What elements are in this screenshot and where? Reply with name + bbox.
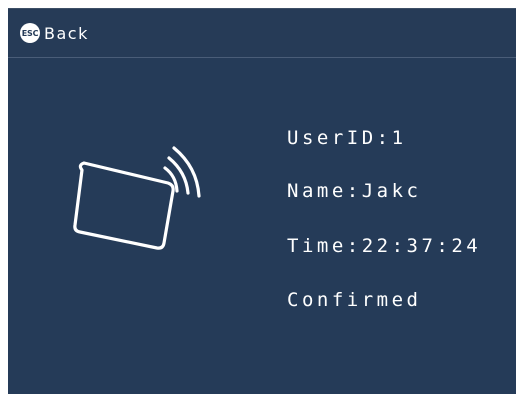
status-text: Confirmed bbox=[287, 289, 422, 311]
back-button[interactable]: ESC Back bbox=[20, 23, 89, 43]
user-id-text: UserID:1 bbox=[287, 127, 407, 149]
time-text: Time:22:37:24 bbox=[287, 235, 482, 257]
nfc-card-icon bbox=[73, 146, 201, 250]
name-text: Name:Jakc bbox=[287, 180, 422, 202]
esc-icon[interactable]: ESC bbox=[20, 23, 40, 43]
verification-screen: ESC Back UserID:1 Name:Jakc Time:22:37:2… bbox=[8, 8, 516, 394]
top-bar: ESC Back bbox=[8, 9, 516, 58]
back-label[interactable]: Back bbox=[44, 24, 89, 43]
